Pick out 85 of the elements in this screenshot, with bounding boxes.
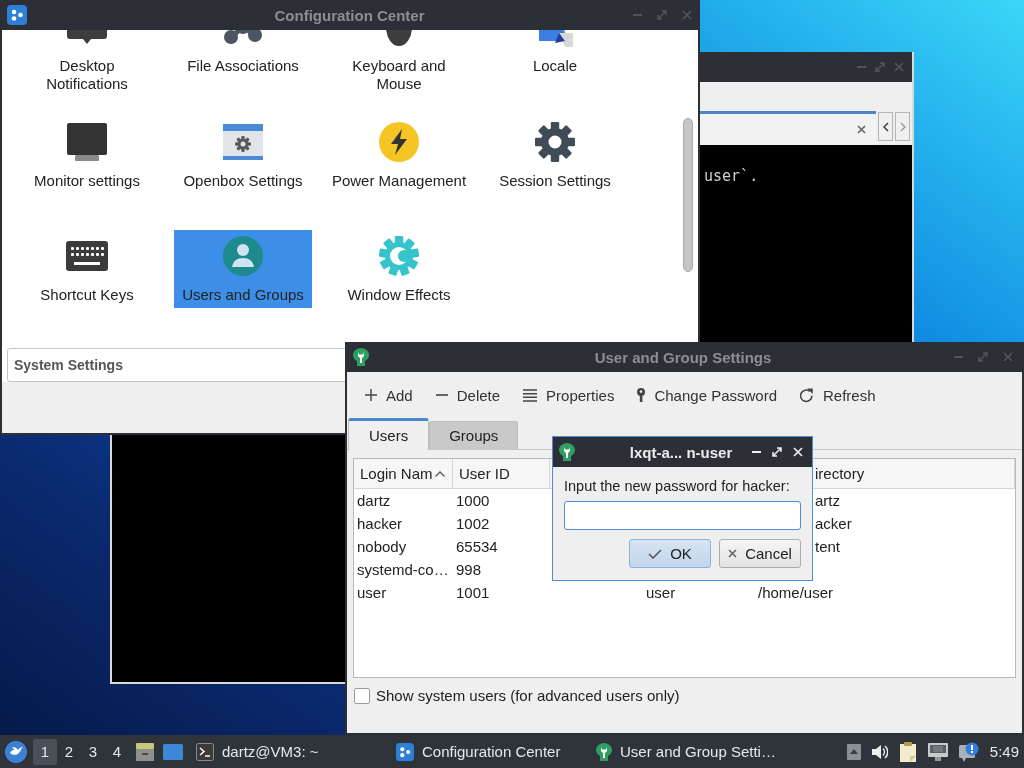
drawer-icon[interactable] [136,742,154,761]
table-cell: tent [815,538,841,555]
table-cell: 1002 [456,515,490,532]
settings-item[interactable]: File Associations [174,30,312,79]
table-cell: 1000 [456,492,490,509]
window-title: Configuration Center [274,6,425,24]
list-icon [523,388,538,402]
workspace-button[interactable]: 3 [81,738,105,765]
table-cell: systemd-co… [357,561,449,578]
key-icon [637,388,646,402]
table-cell: nobody [357,538,407,555]
table-cell: acker [815,515,852,532]
caret-up-icon[interactable] [435,470,445,477]
speaker-icon[interactable] [871,743,888,760]
scrollbar-thumb[interactable] [683,118,693,272]
cog-icon [379,236,419,276]
settings-item[interactable]: Window Effects [330,230,468,308]
chevron-left-icon [882,121,889,132]
table-cell: dartz [357,492,391,509]
terminal-icon [196,742,214,761]
show-desktop-icon[interactable] [163,743,183,760]
window-gear-icon [223,124,263,160]
wrench-icon [596,742,612,761]
table-cell: /home/user [758,584,834,601]
settings-item[interactable]: Users and Groups [174,230,312,308]
user-icon [223,236,263,276]
settings-item[interactable]: Keyboard and Mouse [330,30,468,97]
table-cell: artz [815,492,840,509]
terminal-text: user`. [704,167,759,185]
settings-item[interactable]: Locale [486,30,624,79]
task-button[interactable]: Configuration Center [390,736,590,767]
clipboard-icon[interactable] [898,741,917,762]
workspace-button[interactable]: 1 [33,738,57,765]
dots-tile-icon [396,742,414,761]
tab[interactable]: Users [348,418,430,450]
table-cell: 1001 [456,584,490,601]
workspace-button[interactable]: 2 [57,738,81,765]
settings-item[interactable]: Openbox Settings [174,116,312,194]
settings-item[interactable]: Session Settings [486,116,624,194]
column-header[interactable]: User ID [459,465,510,482]
task-button[interactable]: dartz@VM3: ~ [190,736,390,767]
settings-item[interactable]: Desktop Notifications [18,30,156,97]
task-button[interactable]: User and Group Setti… [590,736,790,767]
network-icon[interactable] [927,742,948,761]
settings-item[interactable]: Power Management [330,116,468,194]
gear-icon [535,122,575,162]
column-header[interactable]: Login Nam [360,465,433,482]
plus-icon [365,389,377,401]
chevron-right-icon [899,121,906,132]
settings-item[interactable]: Monitor settings [18,116,156,194]
table-cell: hacker [357,515,403,532]
ok-button[interactable]: OK [629,539,711,568]
clock[interactable]: 5:49 [989,743,1019,760]
table-cell: 998 [456,561,482,578]
scroll-left-button[interactable] [878,112,893,141]
minus-icon [435,394,448,396]
column-header[interactable]: irectory [815,465,865,482]
prompt-text: Input the new password for hacker: [564,478,791,494]
dots-tile-icon [7,5,27,25]
scroll-right-button[interactable] [895,112,910,141]
x-icon [728,549,738,558]
keyboard-icon [66,241,108,271]
checkbox-label: Show system users (for advanced users only) [376,687,680,704]
password-field[interactable] [564,501,801,530]
cancel-button[interactable]: Cancel [719,539,801,568]
workspace-button[interactable]: 4 [105,738,129,765]
tab[interactable]: Groups [429,421,519,449]
notification-icon[interactable] [958,741,979,762]
lightning-icon [379,122,419,162]
table-cell: user [646,584,676,601]
table-cell: 65534 [456,538,498,555]
monitor-icon [67,123,107,161]
check-icon [648,548,663,559]
wrench-icon [353,348,369,366]
close-icon[interactable] [857,125,866,134]
nodes-icon [223,30,263,47]
refresh-icon [800,387,814,403]
start-menu-icon[interactable] [5,740,27,763]
wrench-icon [559,443,575,461]
settings-item[interactable]: Shortcut Keys [18,230,156,308]
window-title: lxqt-a... n-user [629,443,733,461]
table-cell: user [357,584,387,601]
arrow-up-icon[interactable] [846,743,861,760]
toolbar-button[interactable]: Refresh [792,378,884,412]
checkbox[interactable] [354,687,370,704]
